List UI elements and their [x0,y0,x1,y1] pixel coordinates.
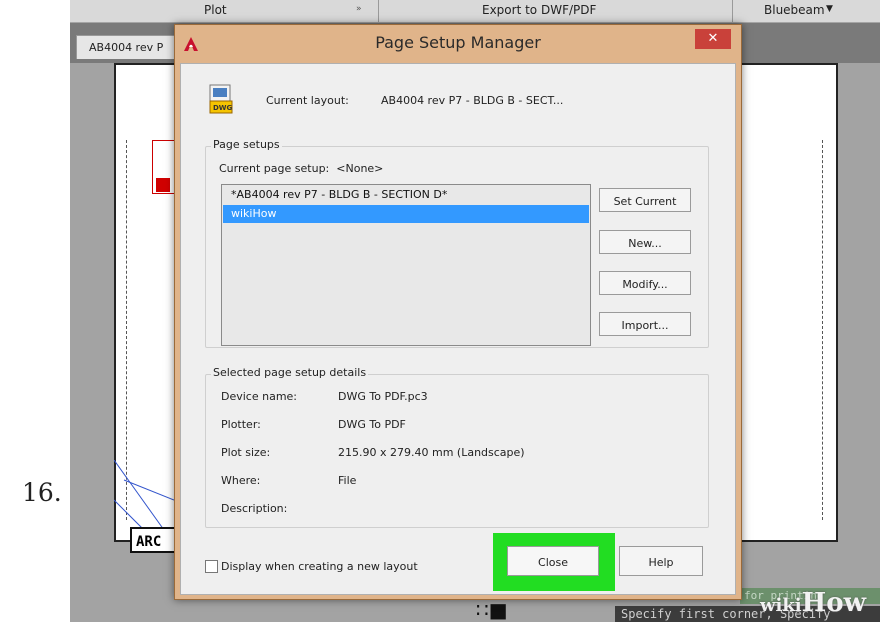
step-number: 16. [22,478,62,507]
details-legend: Selected page setup details [211,366,369,379]
ribbon-bluebeam-label[interactable]: Bluebeam [764,3,825,17]
dialog-body: DWG Current layout: AB4004 rev P7 - BLDG… [180,63,736,595]
import-button[interactable]: Import... [599,312,691,336]
page-setup-manager-dialog: Page Setup Manager ✕ DWG Current layout:… [174,24,742,600]
help-button[interactable]: Help [619,546,703,576]
chevron-down-icon[interactable]: ▼ [826,4,833,14]
drawing-detail [156,178,170,192]
display-when-creating-checkbox[interactable] [205,560,218,573]
ucs-icon: ∷■ [476,598,508,622]
detail-value: DWG To PDF.pc3 [338,390,428,403]
close-button[interactable]: Close [507,546,599,576]
display-when-creating-label[interactable]: Display when creating a new layout [221,560,418,573]
detail-value: File [338,474,357,487]
ribbon-divider [378,0,379,22]
list-item[interactable]: *AB4004 rev P7 - BLDG B - SECTION D* [223,186,589,204]
new-button[interactable]: New... [599,230,691,254]
detail-label: Where: [221,474,261,487]
page-setups-legend: Page setups [211,138,282,151]
sheet-border-line [822,140,823,520]
ribbon-plot-label[interactable]: Plot [204,3,227,17]
detail-label: Device name: [221,390,298,403]
document-tab[interactable]: AB4004 rev P [76,35,186,59]
detail-value: 215.90 x 279.40 mm (Landscape) [338,446,525,459]
detail-value: DWG To PDF [338,418,406,431]
page-setups-listbox[interactable]: *AB4004 rev P7 - BLDG B - SECTION D* wik… [221,184,591,346]
dialog-title: Page Setup Manager [375,33,541,52]
ribbon-bar: Plot » Export to DWF/PDF Bluebeam ▼ [70,0,880,23]
current-page-setup-label: Current page setup: <None> [219,162,383,175]
detail-label: Plot size: [221,446,271,459]
autocad-window: Plot » Export to DWF/PDF Bluebeam ▼ AB40… [70,0,880,622]
set-current-button[interactable]: Set Current [599,188,691,212]
dwg-icon-text: DWG [213,104,233,112]
watermark-how: How [801,588,866,618]
current-page-setup-caption: Current page setup: [219,162,330,175]
dialog-titlebar[interactable]: Page Setup Manager ✕ [175,25,741,63]
modify-button[interactable]: Modify... [599,271,691,295]
list-item-selected[interactable]: wikiHow [223,205,589,223]
ribbon-export-label[interactable]: Export to DWF/PDF [482,3,596,17]
arc-title-block: ARC [130,527,180,553]
wikihow-watermark: wikiHow [760,588,866,618]
detail-label: Plotter: [221,418,261,431]
current-layout-label: Current layout: [266,94,349,107]
detail-label: Description: [221,502,288,515]
current-layout-value: AB4004 rev P7 - BLDG B - SECT... [381,94,564,107]
close-icon[interactable]: ✕ [695,29,731,49]
watermark-wiki: wiki [760,595,802,616]
ribbon-expand-icon[interactable]: » [356,4,362,14]
ribbon-divider [732,0,733,22]
dwg-layout-icon: DWG [209,84,233,114]
current-page-setup-value: <None> [336,162,384,175]
